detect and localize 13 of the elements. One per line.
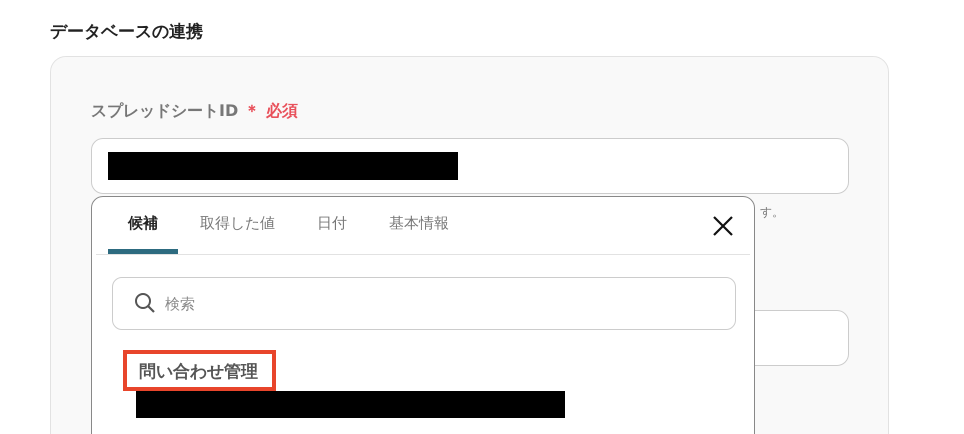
picker-tab[interactable]: 取得した値	[180, 197, 295, 254]
spreadsheet-id-field[interactable]	[91, 138, 849, 194]
picker-tab[interactable]: 日付	[297, 197, 367, 254]
search-field[interactable]: 検索	[112, 277, 736, 330]
picker-tab[interactable]: 候補	[108, 197, 178, 254]
search-icon	[134, 292, 156, 314]
required-mark: ＊	[244, 100, 260, 122]
field-hint: す。	[760, 204, 784, 220]
picker-tab[interactable]: 基本情報	[369, 197, 469, 254]
field-label: スプレッドシートID	[91, 100, 238, 122]
required-label: 必須	[266, 100, 298, 122]
section-title: データベースの連携	[50, 21, 204, 44]
candidate-title[interactable]: 問い合わせ管理	[123, 350, 276, 391]
